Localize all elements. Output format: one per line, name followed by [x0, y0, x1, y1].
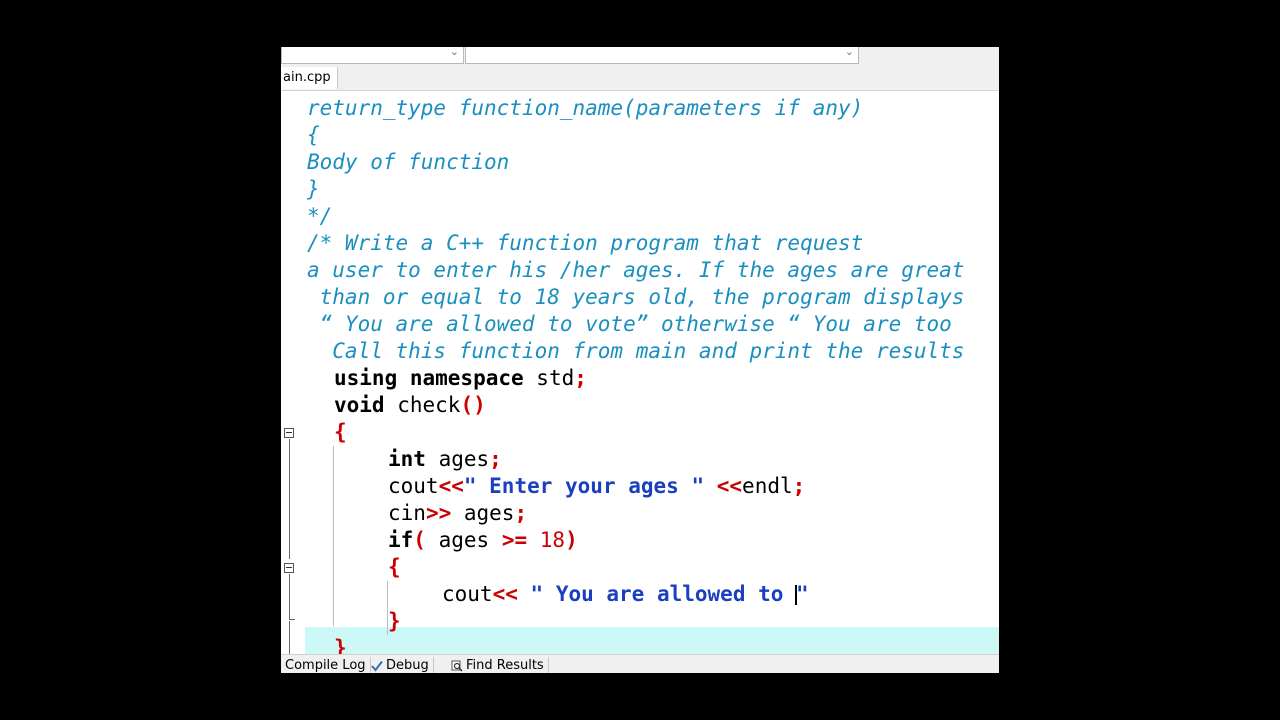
- tab-find-results[interactable]: Find Results: [447, 657, 549, 673]
- code-line-cout-enter: cout<<" Enter your ages " <<endl;: [388, 473, 805, 500]
- keyword: void: [334, 393, 385, 417]
- symbol: ;: [792, 474, 806, 498]
- identifier: cin: [388, 501, 426, 525]
- checkmark-icon: [371, 660, 383, 672]
- comment-line: Call this function from main and print t…: [307, 339, 965, 363]
- string-literal: " Enter your ages ": [463, 474, 705, 498]
- toolbar: ⌄ ⌄: [281, 47, 999, 67]
- code-line-if-close-brace: }: [388, 608, 401, 635]
- symbol: ;: [489, 447, 502, 471]
- chevron-down-icon[interactable]: ⌄: [845, 47, 854, 58]
- identifier: ages: [451, 501, 515, 525]
- identifier: ages: [425, 528, 490, 552]
- code-line-int-ages: int ages;: [388, 446, 502, 473]
- comment-line: than or equal to 18 years old, the progr…: [307, 285, 965, 309]
- symbol: ;: [574, 366, 587, 390]
- indent-guide: [333, 446, 334, 626]
- number-literal: 18: [539, 528, 566, 552]
- comment-line: /* Write a C++ function program that req…: [307, 231, 864, 255]
- function-name: check: [384, 393, 461, 417]
- comment-line: “ You are allowed to vote” otherwise “ Y…: [307, 312, 952, 336]
- function-combo[interactable]: ⌄: [465, 47, 859, 64]
- code-line-void-check: void check(): [334, 392, 486, 419]
- symbol: >>: [425, 501, 452, 525]
- chevron-down-icon[interactable]: ⌄: [450, 47, 459, 58]
- comment-line: }: [307, 177, 320, 201]
- editor-tab-bar: ain.cpp: [281, 67, 999, 91]
- code-area[interactable]: return_type function_name(parameters if …: [281, 95, 999, 660]
- symbol: <<: [716, 474, 743, 498]
- ide-window: ⌄ ⌄ ain.cpp return_type function_name(pa…: [281, 47, 999, 673]
- symbol: <<: [492, 582, 518, 606]
- tab-compile-log[interactable]: Compile Log: [281, 657, 371, 673]
- symbol: {: [334, 420, 347, 444]
- tab-label: Find Results: [466, 658, 544, 673]
- symbol: <<: [438, 474, 464, 498]
- keyword: int: [388, 447, 426, 471]
- code-line-open-brace: {: [334, 419, 347, 446]
- code-line-if-open-brace: {: [388, 554, 401, 581]
- comment-line: {: [307, 123, 320, 147]
- identifier: endl: [742, 474, 793, 498]
- string-literal: " You are allowed to: [530, 582, 797, 606]
- symbol: ;: [514, 501, 528, 525]
- identifier: std: [523, 366, 575, 390]
- tab-label: Debug: [386, 658, 429, 673]
- tab-label: Compile Log: [285, 658, 366, 673]
- comment-line: Body of function: [307, 150, 510, 174]
- bottom-panel-tabs: Compile Log Debug Find Results: [281, 654, 999, 673]
- keyword: if: [388, 528, 414, 552]
- identifier: cout: [442, 582, 493, 606]
- code-line-if: if( ages >= 18): [388, 527, 578, 554]
- current-line-highlight: [305, 627, 999, 654]
- symbol: >=: [501, 528, 528, 552]
- class-combo[interactable]: ⌄: [281, 47, 464, 64]
- identifier: ages: [425, 447, 490, 471]
- keyword: using namespace: [334, 366, 524, 390]
- symbol: }: [388, 609, 401, 633]
- tab-debug[interactable]: Debug: [367, 657, 434, 673]
- tab-main-cpp[interactable]: ain.cpp: [281, 67, 338, 89]
- comment-line: a user to enter his /her ages. If the ag…: [307, 258, 965, 282]
- search-icon: [451, 660, 463, 672]
- code-line-cin-ages: cin>> ages;: [388, 500, 527, 527]
- string-literal: ": [796, 582, 809, 606]
- symbol: {: [388, 555, 401, 579]
- comment-line: */: [307, 204, 333, 228]
- comment-line: return_type function_name(parameters if …: [307, 96, 864, 120]
- symbol: ): [565, 528, 578, 552]
- identifier: cout: [388, 474, 439, 498]
- symbol: (: [413, 528, 426, 552]
- code-line-cout-allowed: cout<< " You are allowed to ": [442, 581, 809, 608]
- symbol: (): [460, 393, 486, 417]
- code-line-using: using namespace std;: [334, 365, 587, 392]
